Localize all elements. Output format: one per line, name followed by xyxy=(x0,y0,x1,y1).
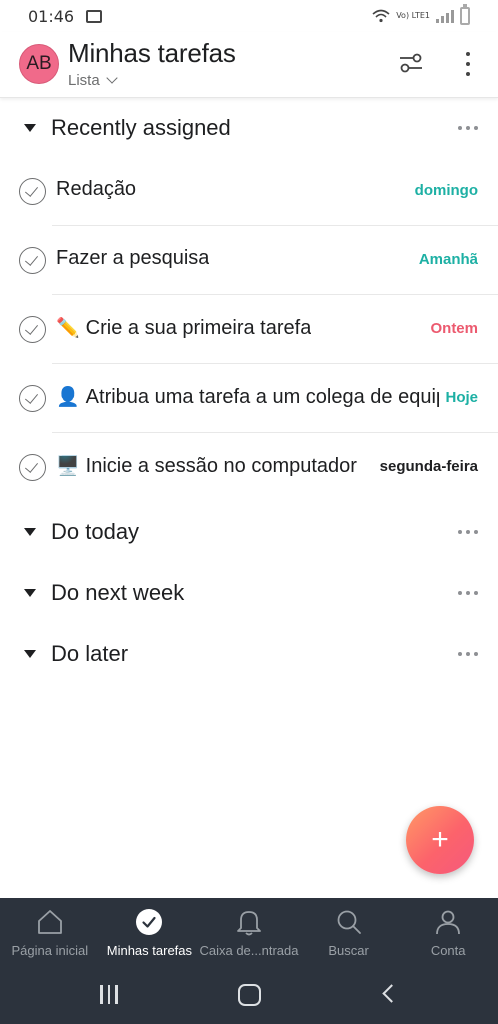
due-date: Hoje xyxy=(439,389,478,406)
nav-label: Página inicial xyxy=(11,943,89,958)
person-icon xyxy=(436,910,461,935)
due-date: domingo xyxy=(408,182,478,199)
due-date: Ontem xyxy=(424,320,478,337)
task-name-text: Atribua uma tarefa a um colega de equipe xyxy=(85,386,448,408)
complete-checkbox-icon[interactable] xyxy=(19,385,46,412)
task-row[interactable]: 🖥️ Inicie a sessão no computador segunda-… xyxy=(0,433,498,502)
signal-icon xyxy=(436,9,454,23)
task-name: Redação xyxy=(56,178,136,201)
page-title: Minhas tarefas xyxy=(68,38,236,68)
section-more-icon[interactable] xyxy=(458,530,478,534)
section-title: Do today xyxy=(51,519,140,544)
collapse-triangle-icon[interactable] xyxy=(24,124,36,132)
bottom-nav: Página inicial Minhas tarefas Caixa de..… xyxy=(0,898,498,968)
task-row[interactable]: ✏️ Crie a sua primeira tarefa Ontem xyxy=(0,295,498,364)
complete-checkbox-icon[interactable] xyxy=(19,247,46,274)
collapse-triangle-icon[interactable] xyxy=(24,650,36,658)
task-name: Fazer a pesquisa xyxy=(56,247,209,270)
status-indicators: Vo) LTE1 xyxy=(372,4,470,25)
search-icon xyxy=(337,910,361,934)
nav-item-inbox[interactable]: Caixa de...ntrada xyxy=(199,898,299,968)
filter-icon[interactable] xyxy=(398,50,424,76)
person-silhouette-icon: 👤 xyxy=(56,386,80,408)
task-name: 🖥️ Inicie a sessão no computador xyxy=(56,454,378,478)
nav-label: Caixa de...ntrada xyxy=(199,943,299,958)
complete-checkbox-icon[interactable] xyxy=(19,178,46,205)
system-nav-bar xyxy=(0,968,498,1024)
status-bar: 01:46 Vo) LTE1 xyxy=(0,0,498,32)
task-row[interactable]: 👤 Atribua uma tarefa a um colega de equip… xyxy=(0,364,498,433)
task-name-text: Crie a sua primeira tarefa xyxy=(85,317,312,339)
task-name-text: Fazer a pesquisa xyxy=(56,247,210,269)
home-icon xyxy=(37,910,62,934)
section-header-do-next-week[interactable]: Do next week xyxy=(0,571,498,615)
task-row[interactable]: Redação domingo xyxy=(0,157,498,226)
avatar[interactable]: AB xyxy=(19,44,59,84)
network-type: Vo) LTE1 xyxy=(396,11,430,20)
section-more-icon[interactable] xyxy=(458,126,478,130)
task-name: ✏️ Crie a sua primeira tarefa xyxy=(56,316,311,340)
app-header: AB Minhas tarefas Lista xyxy=(0,32,498,98)
nav-item-my-tasks[interactable]: Minhas tarefas xyxy=(100,898,200,968)
add-task-button[interactable]: + xyxy=(406,806,474,874)
view-selector-label: Lista xyxy=(68,72,100,89)
pencil-icon: ✏️ xyxy=(56,317,80,339)
chevron-down-icon xyxy=(106,72,118,84)
complete-checkbox-icon[interactable] xyxy=(19,454,46,481)
computer-icon: 🖥️ xyxy=(56,455,80,477)
section-more-icon[interactable] xyxy=(458,591,478,595)
more-options-icon[interactable] xyxy=(458,50,478,78)
status-time: 01:46 xyxy=(28,6,75,26)
nav-item-account[interactable]: Conta xyxy=(398,898,498,968)
complete-checkbox-icon[interactable] xyxy=(19,316,46,343)
nav-label: Conta xyxy=(430,943,466,958)
check-circle-icon xyxy=(136,909,163,935)
image-notification-icon xyxy=(86,9,103,23)
home-button-icon[interactable] xyxy=(238,984,261,1006)
task-name-text: Redação xyxy=(56,178,137,200)
collapse-triangle-icon[interactable] xyxy=(24,589,36,597)
task-name-text: Inicie a sessão no computador xyxy=(85,455,357,477)
collapse-triangle-icon[interactable] xyxy=(24,528,36,536)
recents-icon[interactable] xyxy=(100,985,118,1004)
section-title: Do next week xyxy=(51,580,185,605)
section-title: Recently assigned xyxy=(51,115,231,140)
section-more-icon[interactable] xyxy=(458,652,478,656)
wifi-icon xyxy=(372,9,390,23)
back-icon[interactable] xyxy=(382,984,401,1003)
section-header-do-today[interactable]: Do today xyxy=(0,510,498,554)
section-header-do-later[interactable]: Do later xyxy=(0,632,498,676)
due-date: segunda-feira xyxy=(373,458,478,475)
task-name: 👤 Atribua uma tarefa a um colega de equip… xyxy=(56,385,448,409)
due-date: Amanhã xyxy=(412,251,478,268)
nav-item-search[interactable]: Buscar xyxy=(299,898,399,968)
nav-label: Minhas tarefas xyxy=(106,943,193,958)
view-selector[interactable]: Lista xyxy=(68,72,118,89)
section-title: Do later xyxy=(51,641,129,666)
section-header-recently-assigned[interactable]: Recently assigned xyxy=(0,106,498,150)
bell-icon xyxy=(237,911,261,936)
plus-icon: + xyxy=(431,823,449,856)
battery-icon xyxy=(460,4,470,25)
nav-item-home[interactable]: Página inicial xyxy=(0,898,100,968)
nav-label: Buscar xyxy=(328,943,369,958)
task-row[interactable]: Fazer a pesquisa Amanhã xyxy=(0,226,498,295)
